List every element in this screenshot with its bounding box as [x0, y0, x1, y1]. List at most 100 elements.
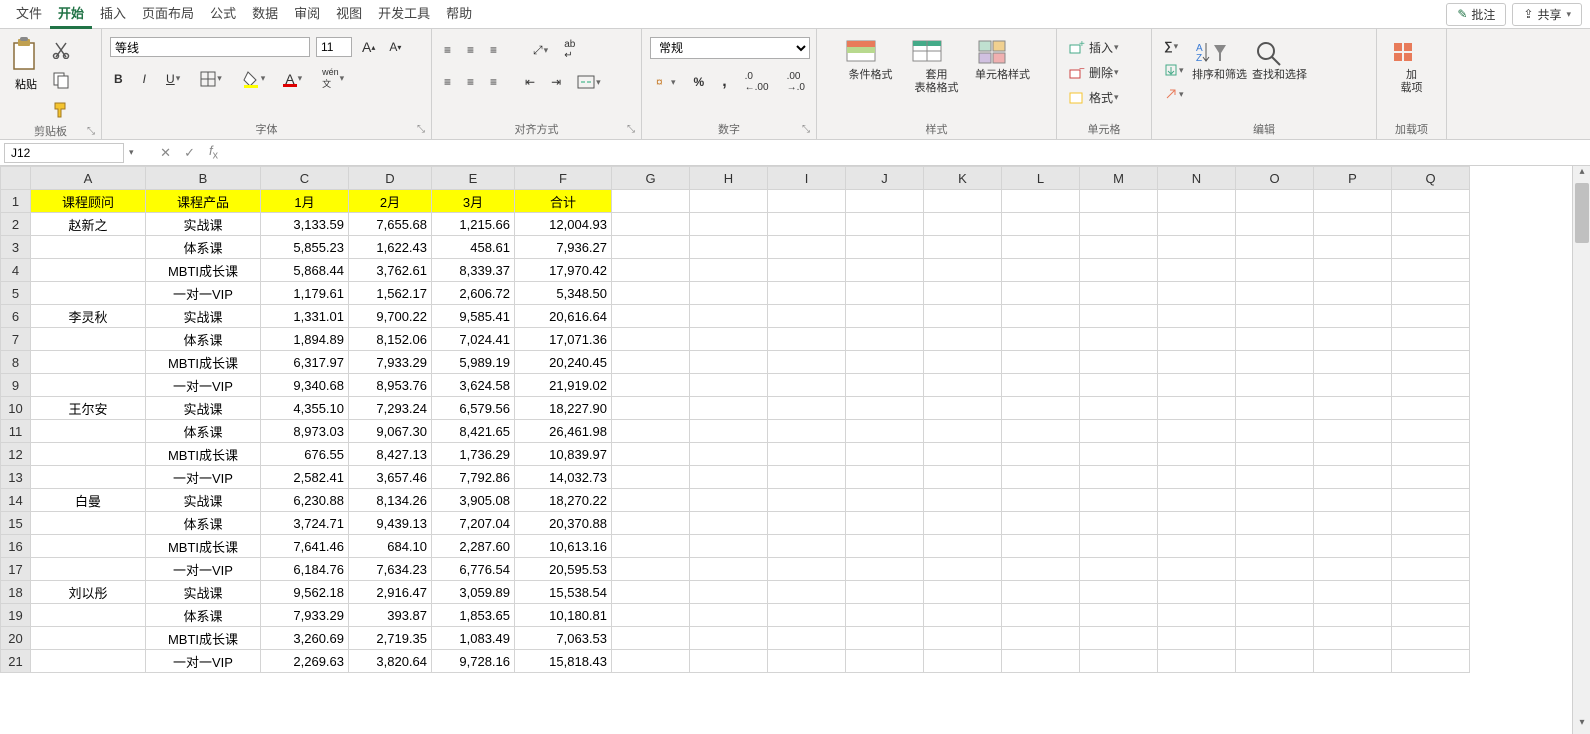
cell[interactable]	[31, 512, 146, 535]
cell[interactable]: 9,067.30	[349, 420, 432, 443]
cell[interactable]	[768, 466, 846, 489]
cell[interactable]	[1314, 420, 1392, 443]
cell[interactable]	[690, 420, 768, 443]
cell[interactable]: 2,582.41	[261, 466, 349, 489]
cell[interactable]	[1392, 443, 1470, 466]
cell[interactable]	[1080, 466, 1158, 489]
cell[interactable]	[1236, 489, 1314, 512]
cell[interactable]: 3,905.08	[432, 489, 515, 512]
fill-color-button[interactable]: ▾	[238, 68, 270, 90]
col-header-E[interactable]: E	[432, 167, 515, 190]
cell[interactable]	[612, 558, 690, 581]
cell[interactable]	[1158, 443, 1236, 466]
cell[interactable]	[1392, 581, 1470, 604]
decrease-decimal-icon[interactable]: .00→.0	[783, 69, 809, 95]
cell[interactable]	[1002, 213, 1080, 236]
cell[interactable]: 5,868.44	[261, 259, 349, 282]
formula-input[interactable]	[226, 151, 1590, 155]
cell[interactable]	[1080, 512, 1158, 535]
select-all-corner[interactable]	[1, 167, 31, 190]
cell[interactable]: 5,348.50	[515, 282, 612, 305]
cell[interactable]: 7,933.29	[349, 351, 432, 374]
cell[interactable]	[1158, 604, 1236, 627]
cell[interactable]	[1158, 190, 1236, 213]
cell[interactable]	[1236, 236, 1314, 259]
cell[interactable]: 18,227.90	[515, 397, 612, 420]
cell[interactable]: 一对一VIP	[146, 650, 261, 673]
cell[interactable]: 6,317.97	[261, 351, 349, 374]
cell[interactable]	[1392, 627, 1470, 650]
cell[interactable]	[1236, 397, 1314, 420]
cell[interactable]	[1314, 236, 1392, 259]
format-painter-icon[interactable]	[50, 99, 72, 121]
cell[interactable]	[846, 236, 924, 259]
cell-styles-button[interactable]: 单元格样式	[975, 37, 1031, 82]
cell[interactable]	[924, 236, 1002, 259]
cell[interactable]: 3,657.46	[349, 466, 432, 489]
sort-filter-button[interactable]: AZ 排序和筛选	[1192, 37, 1248, 82]
cell[interactable]	[690, 604, 768, 627]
cell[interactable]: 8,421.65	[432, 420, 515, 443]
cell[interactable]	[1158, 351, 1236, 374]
cell[interactable]	[1236, 650, 1314, 673]
vertical-scrollbar[interactable]: ▴ ▾	[1572, 166, 1590, 734]
cell[interactable]: 684.10	[349, 535, 432, 558]
cell[interactable]: 体系课	[146, 328, 261, 351]
cell[interactable]: 实战课	[146, 305, 261, 328]
cell[interactable]	[690, 512, 768, 535]
scroll-up-icon[interactable]: ▴	[1573, 166, 1590, 183]
menu-tab-0[interactable]: 文件	[8, 0, 50, 29]
cell[interactable]	[1158, 328, 1236, 351]
cell[interactable]	[1158, 558, 1236, 581]
font-name-select[interactable]	[110, 37, 310, 57]
menu-tab-7[interactable]: 视图	[328, 0, 370, 29]
cell[interactable]: 9,562.18	[261, 581, 349, 604]
cell[interactable]	[1158, 420, 1236, 443]
menu-tab-9[interactable]: 帮助	[438, 0, 480, 29]
cell[interactable]	[768, 282, 846, 305]
cell[interactable]: 10,839.97	[515, 443, 612, 466]
cell[interactable]: 课程顾问	[31, 190, 146, 213]
cell[interactable]	[1158, 627, 1236, 650]
cell[interactable]: 一对一VIP	[146, 374, 261, 397]
cell[interactable]	[612, 236, 690, 259]
cell[interactable]: 实战课	[146, 397, 261, 420]
cell[interactable]	[690, 305, 768, 328]
cell[interactable]	[1080, 236, 1158, 259]
col-header-F[interactable]: F	[515, 167, 612, 190]
row-header[interactable]: 7	[1, 328, 31, 351]
cell[interactable]	[846, 190, 924, 213]
cell[interactable]	[846, 489, 924, 512]
cell[interactable]	[1392, 650, 1470, 673]
cell[interactable]	[1392, 420, 1470, 443]
cell[interactable]	[924, 535, 1002, 558]
increase-font-icon[interactable]: A▴	[358, 37, 379, 57]
cell[interactable]: 7,792.86	[432, 466, 515, 489]
cell[interactable]	[612, 305, 690, 328]
cell[interactable]	[768, 397, 846, 420]
cell[interactable]: 一对一VIP	[146, 282, 261, 305]
cell[interactable]	[924, 650, 1002, 673]
cell[interactable]	[1158, 397, 1236, 420]
cell[interactable]	[768, 213, 846, 236]
comment-button[interactable]: ✎批注	[1446, 3, 1506, 26]
cell[interactable]	[1158, 236, 1236, 259]
cell[interactable]	[846, 627, 924, 650]
cell[interactable]	[1392, 213, 1470, 236]
cell[interactable]	[1236, 190, 1314, 213]
cell[interactable]	[1314, 213, 1392, 236]
align-bottom-icon[interactable]: ≡	[486, 41, 501, 59]
cell[interactable]: 20,616.64	[515, 305, 612, 328]
cell[interactable]	[1236, 282, 1314, 305]
cell[interactable]	[31, 650, 146, 673]
cell[interactable]	[612, 581, 690, 604]
cell[interactable]	[1080, 627, 1158, 650]
cell[interactable]	[1158, 650, 1236, 673]
cell[interactable]: 7,641.46	[261, 535, 349, 558]
row-header[interactable]: 6	[1, 305, 31, 328]
cell[interactable]: 2,287.60	[432, 535, 515, 558]
align-middle-icon[interactable]: ≡	[463, 41, 478, 59]
cell[interactable]	[1080, 190, 1158, 213]
cell[interactable]	[1080, 443, 1158, 466]
cell[interactable]	[768, 305, 846, 328]
